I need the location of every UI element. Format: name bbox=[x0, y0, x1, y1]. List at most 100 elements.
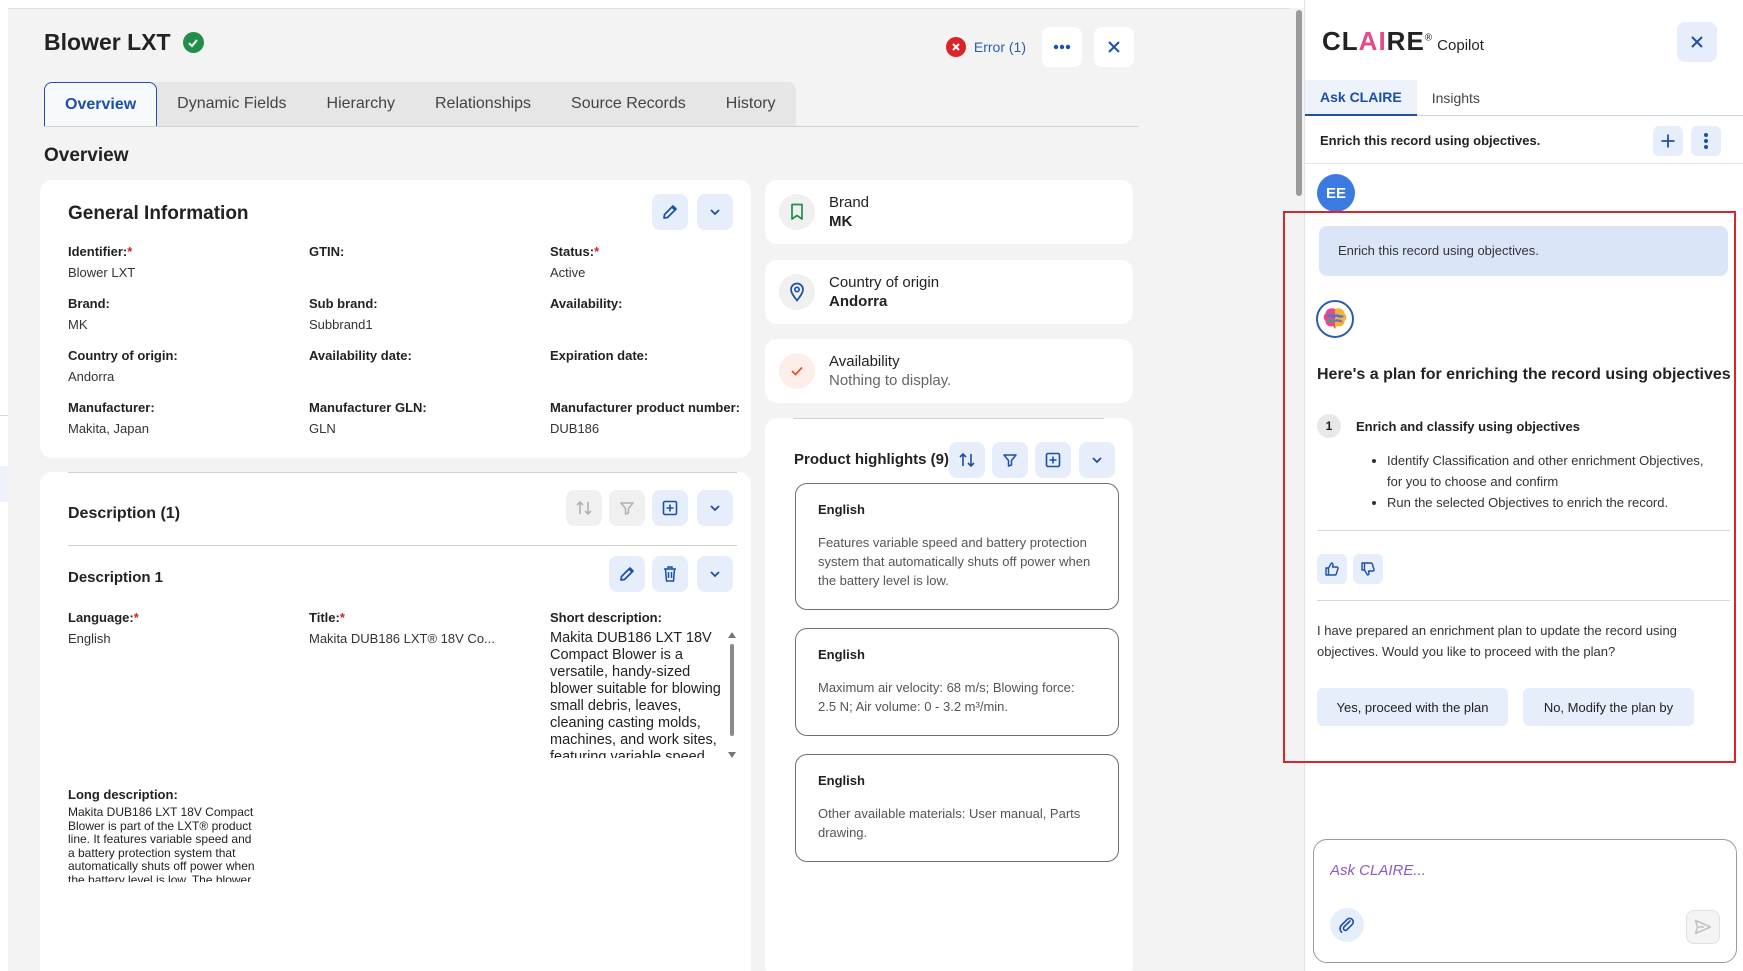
edit-description-button[interactable] bbox=[609, 556, 645, 592]
location-pin-icon bbox=[779, 274, 815, 310]
general-information-title: General Information bbox=[68, 203, 249, 224]
long-description-text: Makita DUB186 LXT 18V Compact Blower is … bbox=[68, 806, 255, 882]
tab-insights[interactable]: Insights bbox=[1417, 80, 1495, 116]
field-value: Makita DUB186 LXT® 18V Co... bbox=[309, 631, 495, 646]
field-label: GTIN: bbox=[309, 244, 345, 259]
edge-selection bbox=[0, 466, 8, 502]
record-main-panel: Blower LXT Error (1) Overview Dynamic Fi… bbox=[8, 8, 1298, 971]
field-label: Expiration date: bbox=[550, 348, 649, 363]
field-label: Manufacturer GLN: bbox=[309, 400, 427, 415]
conversation-menu-button[interactable] bbox=[1691, 126, 1721, 156]
country-value: Andorra bbox=[829, 293, 888, 310]
required-marker: * bbox=[127, 244, 133, 259]
send-button[interactable] bbox=[1686, 910, 1720, 944]
edit-general-button[interactable] bbox=[652, 194, 688, 230]
add-box-icon bbox=[1045, 452, 1061, 468]
filter-description-button[interactable] bbox=[609, 490, 645, 526]
left-edge bbox=[0, 0, 8, 971]
tab-overview[interactable]: Overview bbox=[44, 82, 158, 126]
error-label: Error (1) bbox=[973, 39, 1026, 55]
brand-card: Brand MK bbox=[765, 180, 1133, 244]
tab-history[interactable]: History bbox=[706, 82, 796, 126]
pencil-icon bbox=[620, 567, 634, 581]
logo-text-a: CL bbox=[1322, 26, 1359, 56]
highlight-language: English bbox=[818, 773, 865, 788]
highlights-top-rule bbox=[793, 418, 1104, 419]
paperclip-icon bbox=[1339, 917, 1355, 933]
field-identifier: Identifier:* Blower LXT bbox=[68, 244, 135, 280]
error-icon bbox=[945, 37, 966, 57]
ask-claire-input[interactable] bbox=[1330, 862, 1710, 879]
field-value: Blower LXT bbox=[68, 265, 136, 280]
sort-highlights-button[interactable] bbox=[949, 442, 985, 478]
copilot-tabs: Ask CLAIRE Insights bbox=[1305, 80, 1743, 116]
tab-relationships[interactable]: Relationships bbox=[415, 82, 551, 126]
new-conversation-button[interactable] bbox=[1653, 126, 1683, 156]
tab-hierarchy[interactable]: Hierarchy bbox=[307, 82, 415, 126]
close-copilot-button[interactable] bbox=[1677, 22, 1717, 62]
expand-description-button[interactable] bbox=[697, 490, 733, 526]
avatar: EE bbox=[1317, 174, 1355, 212]
filter-icon bbox=[1003, 454, 1017, 467]
verified-check-icon bbox=[182, 32, 204, 53]
description-section-title: Description (1) bbox=[68, 505, 181, 522]
error-indicator[interactable]: Error (1) bbox=[945, 37, 1026, 57]
add-description-button[interactable] bbox=[652, 490, 688, 526]
field-expiration-date: Expiration date: bbox=[550, 348, 648, 369]
page-title: Blower LXT bbox=[44, 29, 171, 55]
chevron-down-icon bbox=[710, 571, 720, 578]
brand-label: Brand bbox=[829, 194, 870, 211]
expand-general-button[interactable] bbox=[697, 194, 733, 230]
tab-ask-claire[interactable]: Ask CLAIRE bbox=[1305, 80, 1417, 116]
attach-button[interactable] bbox=[1330, 908, 1364, 942]
description-mid-rule bbox=[68, 545, 737, 546]
required-marker: * bbox=[594, 244, 600, 259]
field-availability: Availability: bbox=[550, 296, 622, 317]
tab-source-records[interactable]: Source Records bbox=[551, 82, 706, 126]
required-marker: * bbox=[133, 610, 139, 625]
tab-dynamic-fields[interactable]: Dynamic Fields bbox=[157, 82, 306, 126]
send-icon bbox=[1694, 919, 1712, 935]
expand-highlights-button[interactable] bbox=[1079, 442, 1115, 478]
field-value: MK bbox=[68, 317, 88, 332]
scroll-thumb[interactable] bbox=[730, 644, 734, 736]
filter-highlights-button[interactable] bbox=[992, 442, 1028, 478]
more-horizontal-icon bbox=[1053, 44, 1071, 50]
field-label: Long description: bbox=[68, 787, 178, 802]
delete-description-button[interactable] bbox=[652, 556, 688, 592]
field-label: Brand: bbox=[68, 296, 110, 311]
field-manufacturer-product-number: Manufacturer product number: DUB186 bbox=[550, 400, 740, 436]
logo-text-b: AI bbox=[1358, 26, 1387, 56]
add-highlight-button[interactable] bbox=[1035, 442, 1071, 478]
logo-text-c: RE bbox=[1386, 26, 1425, 56]
chevron-down-icon bbox=[710, 209, 720, 216]
description-item-title: Description 1 bbox=[68, 569, 164, 586]
highlight-item[interactable]: English Features variable speed and batt… bbox=[795, 483, 1119, 610]
main-scrollbar-thumb[interactable] bbox=[1296, 10, 1302, 196]
field-manufacturer-gln: Manufacturer GLN: GLN bbox=[309, 400, 427, 436]
logo-subtext: Copilot bbox=[1437, 37, 1484, 54]
field-value: Active bbox=[550, 265, 586, 280]
field-label: Title: bbox=[309, 610, 340, 625]
sort-description-button[interactable] bbox=[566, 490, 602, 526]
brand-value: MK bbox=[829, 213, 853, 230]
field-label: Manufacturer product number: bbox=[550, 400, 740, 415]
chevron-down-icon bbox=[1092, 457, 1102, 464]
plus-icon bbox=[1661, 134, 1675, 148]
field-availability-date: Availability date: bbox=[309, 348, 412, 369]
field-value: Andorra bbox=[68, 369, 115, 384]
field-status: Status:* Active bbox=[550, 244, 599, 280]
more-options-button[interactable] bbox=[1042, 27, 1082, 67]
bookmark-icon bbox=[779, 194, 815, 230]
close-record-button[interactable] bbox=[1094, 27, 1134, 67]
short-description-scrollbar[interactable] bbox=[728, 632, 736, 758]
highlight-item[interactable]: English Other available materials: User … bbox=[795, 754, 1119, 862]
field-value: Subbrand1 bbox=[309, 317, 373, 332]
general-information-card: General Information Identifier:* Blower L… bbox=[40, 180, 751, 458]
field-label: Sub brand: bbox=[309, 296, 378, 311]
highlight-item[interactable]: English Maximum air velocity: 68 m/s; Bl… bbox=[795, 628, 1119, 736]
field-country-of-origin: Country of origin: Andorra bbox=[68, 348, 178, 384]
field-value: GLN bbox=[309, 421, 336, 436]
field-label: Language: bbox=[68, 610, 134, 625]
expand-description-item-button[interactable] bbox=[697, 556, 733, 592]
